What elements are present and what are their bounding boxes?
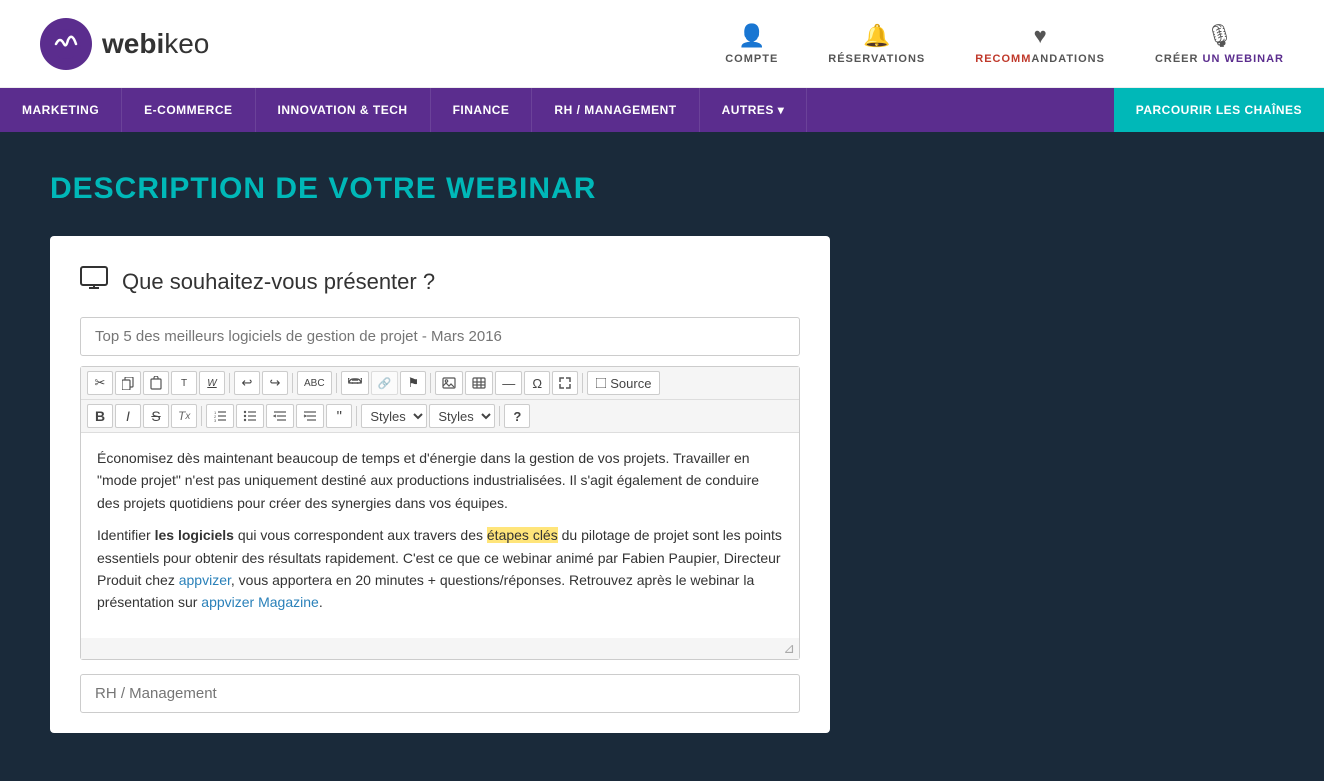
editor-para2-highlight: étapes clés [487,527,558,543]
cut-button[interactable]: ✂ [87,371,113,395]
nav-reservations-label: RÉSERVATIONS [828,53,925,65]
editor-para2-bold: les logiciels [155,527,234,543]
bell-icon: 🔔 [863,23,890,49]
redo-button[interactable]: ↪ [262,371,288,395]
navbar-item-marketing[interactable]: MARKETING [0,88,122,132]
navbar: MARKETING E-COMMERCE INNOVATION & TECH F… [0,88,1324,132]
bold-button[interactable]: B [87,404,113,428]
editor-content[interactable]: Économisez dès maintenant beaucoup de te… [81,433,799,638]
blockquote-button[interactable]: " [326,404,352,428]
toolbar-row-2: B I S Tx 123 " S [81,400,799,433]
clear-format-button[interactable]: Tx [171,404,197,428]
maximize-button[interactable] [552,371,578,395]
editor-para-2: Identifier les logiciels qui vous corres… [97,524,783,614]
toolbar-sep-8 [499,406,500,426]
category-input[interactable] [80,674,800,713]
find-replace-button[interactable]: ABC [297,371,332,395]
unordered-list-button[interactable] [236,404,264,428]
editor-para2-end: . [319,594,323,610]
toolbar-sep-3 [336,373,337,393]
table-button[interactable] [465,371,493,395]
anchor-button[interactable]: ⚑ [400,371,426,395]
nav-recommandations-label: RECOMMANDATIONS [975,53,1105,65]
navbar-item-finance[interactable]: FINANCE [431,88,533,132]
page-background: DESCRIPTION DE VOTRE WEBINAR Que souhait… [0,132,1324,773]
svg-text:3: 3 [214,418,217,422]
heart-icon: ♥ [1034,23,1047,49]
strikethrough-button[interactable]: S [143,404,169,428]
toolbar-sep-5 [582,373,583,393]
navbar-item-ecommerce[interactable]: E-COMMERCE [122,88,255,132]
page-title: DESCRIPTION DE VOTRE WEBINAR [50,172,1274,206]
toolbar-row-1: ✂ T W ↩ ↪ ABC 🔗 ⚑ [81,367,799,400]
section-heading: Que souhaitez-vous présenter ? [80,266,800,297]
toolbar-sep-2 [292,373,293,393]
header: webikeo 👤 COMPTE 🔔 RÉSERVATIONS ♥ RECOMM… [0,0,1324,88]
title-input[interactable] [80,317,800,356]
paste-text-button[interactable]: T [171,371,197,395]
toolbar-sep-7 [356,406,357,426]
source-button[interactable]: Source [587,371,660,395]
special-char-button[interactable]: Ω [524,371,550,395]
styles-select[interactable]: Styles [361,404,427,428]
navbar-item-innovation[interactable]: INNOVATION & TECH [256,88,431,132]
paste-button[interactable] [143,371,169,395]
editor-resize-handle[interactable]: ⊿ [81,638,799,659]
editor-para-1: Économisez dès maintenant beaucoup de te… [97,447,783,514]
hr-button[interactable]: — [495,371,522,395]
section-title: Que souhaitez-vous présenter ? [122,269,435,295]
toolbar-sep-1 [229,373,230,393]
nav-recommandations[interactable]: ♥ RECOMMANDATIONS [975,23,1105,65]
italic-button[interactable]: I [115,404,141,428]
copy-button[interactable] [115,371,141,395]
editor-link-appvizer[interactable]: appvizer [179,572,231,588]
navbar-item-parcourir[interactable]: PARCOURIR LES CHAÎNES [1114,88,1324,132]
unlink-button[interactable]: 🔗 [371,371,399,395]
logo-text: webikeo [102,28,209,60]
nav-compte[interactable]: 👤 COMPTE [725,23,778,65]
image-button[interactable] [435,371,463,395]
navbar-item-rh[interactable]: RH / MANAGEMENT [532,88,699,132]
resize-indicator: ⊿ [783,640,795,657]
ordered-list-button[interactable]: 123 [206,404,234,428]
logo-icon[interactable] [40,18,92,70]
format-select[interactable]: Styles [429,404,495,428]
undo-button[interactable]: ↩ [234,371,260,395]
nav-reservations[interactable]: 🔔 RÉSERVATIONS [828,23,925,65]
help-button[interactable]: ? [504,404,530,428]
nav-compte-label: COMPTE [725,53,778,65]
mic-icon: 🎙 [1206,23,1234,49]
header-nav: 👤 COMPTE 🔔 RÉSERVATIONS ♥ RECOMMANDATION… [725,23,1284,65]
editor-para2-middle: qui vous correspondent aux travers des [234,527,487,543]
link-button[interactable] [341,371,369,395]
editor-wrapper: ✂ T W ↩ ↪ ABC 🔗 ⚑ [80,366,800,660]
editor-para2-before: Identifier [97,527,155,543]
toolbar-sep-4 [430,373,431,393]
navbar-item-autres[interactable]: AUTRES ▾ [700,88,808,132]
indent-less-button[interactable] [266,404,294,428]
editor-link-appvizer-magazine[interactable]: appvizer Magazine [201,594,319,610]
form-card: Que souhaitez-vous présenter ? ✂ T W ↩ ↪ [50,236,830,733]
nav-creer-label: CRÉER UN WEBINAR [1155,53,1284,65]
indent-more-button[interactable] [296,404,324,428]
toolbar-sep-6 [201,406,202,426]
person-icon: 👤 [738,23,765,49]
nav-creer[interactable]: 🎙 CRÉER UN WEBINAR [1155,23,1284,65]
paste-word-button[interactable]: W [199,371,225,395]
monitor-icon [80,266,108,297]
logo-area: webikeo [40,18,725,70]
